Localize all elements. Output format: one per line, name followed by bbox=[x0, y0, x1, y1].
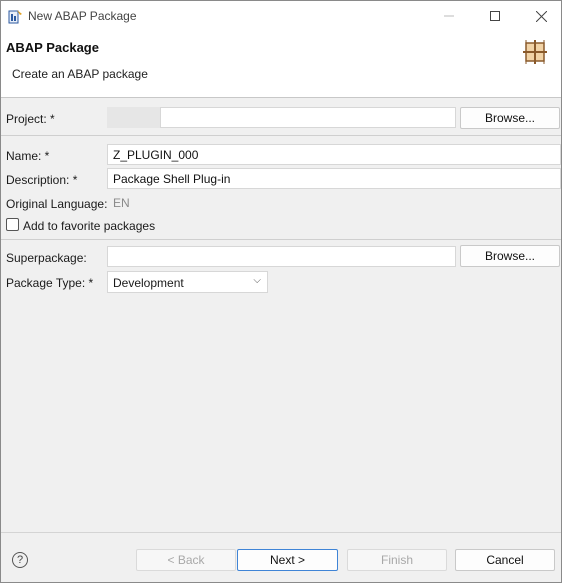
wizard-header: ABAP Package Create an ABAP package bbox=[1, 31, 561, 98]
add-to-favorites-checkbox[interactable] bbox=[6, 218, 19, 231]
superpackage-label: Superpackage: bbox=[6, 251, 87, 265]
next-button[interactable]: Next > bbox=[237, 549, 338, 571]
project-browse-button[interactable]: Browse... bbox=[460, 107, 560, 129]
help-icon[interactable]: ? bbox=[12, 552, 28, 568]
maximize-button[interactable] bbox=[472, 1, 518, 31]
package-type-label: Package Type: * bbox=[6, 276, 94, 290]
footer-separator bbox=[1, 532, 561, 533]
separator bbox=[1, 135, 561, 136]
original-language-field: EN bbox=[107, 192, 561, 213]
name-field[interactable]: Z_PLUGIN_000 bbox=[107, 144, 561, 165]
name-label: Name: * bbox=[6, 149, 50, 163]
new-abap-package-dialog: New ABAP Package ABAP Package Create an … bbox=[0, 0, 562, 583]
close-button[interactable] bbox=[518, 1, 562, 31]
minimize-button[interactable] bbox=[426, 1, 472, 31]
close-icon bbox=[535, 10, 547, 22]
project-label: Project: * bbox=[6, 112, 55, 126]
maximize-icon bbox=[490, 11, 500, 21]
project-field[interactable] bbox=[160, 107, 456, 128]
package-type-value: Development bbox=[113, 276, 184, 290]
page-description: Create an ABAP package bbox=[12, 67, 148, 81]
separator bbox=[1, 239, 561, 240]
title-bar: New ABAP Package bbox=[1, 1, 561, 31]
add-to-favorites-label[interactable]: Add to favorite packages bbox=[23, 219, 155, 233]
package-grid-icon bbox=[523, 40, 547, 64]
original-language-label: Original Language: bbox=[6, 197, 108, 211]
project-prefix-field bbox=[107, 107, 160, 128]
window-title: New ABAP Package bbox=[28, 9, 137, 23]
abap-package-wizard-icon bbox=[8, 10, 22, 24]
superpackage-browse-button[interactable]: Browse... bbox=[460, 245, 560, 267]
finish-button[interactable]: Finish bbox=[347, 549, 447, 571]
chevron-down-icon: ⌵ bbox=[253, 275, 261, 286]
page-title: ABAP Package bbox=[6, 40, 99, 55]
description-label: Description: * bbox=[6, 173, 78, 187]
back-button[interactable]: < Back bbox=[136, 549, 236, 571]
superpackage-field[interactable] bbox=[107, 246, 456, 267]
minimize-icon bbox=[444, 15, 454, 17]
description-field[interactable]: Package Shell Plug-in bbox=[107, 168, 561, 189]
package-type-select[interactable]: Development ⌵ bbox=[107, 271, 268, 293]
cancel-button[interactable]: Cancel bbox=[455, 549, 555, 571]
